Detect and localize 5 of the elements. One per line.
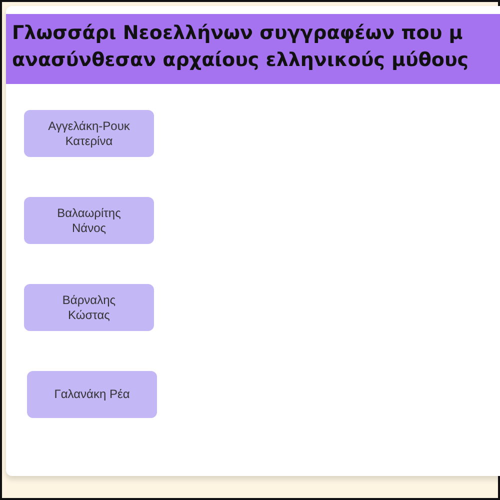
author-button[interactable]: Βάρναλης Κώστας: [24, 284, 154, 331]
author-button[interactable]: Γαλανάκη Ρέα: [27, 371, 157, 418]
author-button[interactable]: Βαλαωρίτης Νάνος: [24, 197, 154, 244]
page-title: Γλωσσάρι Νεοελλήνων συγγραφέων που μ ανασύνθεσαν αρχαίους ελληνικούς μύθους: [12, 21, 470, 73]
author-button[interactable]: Αγγελάκη-Ρουκ Κατερίνα: [24, 110, 154, 157]
